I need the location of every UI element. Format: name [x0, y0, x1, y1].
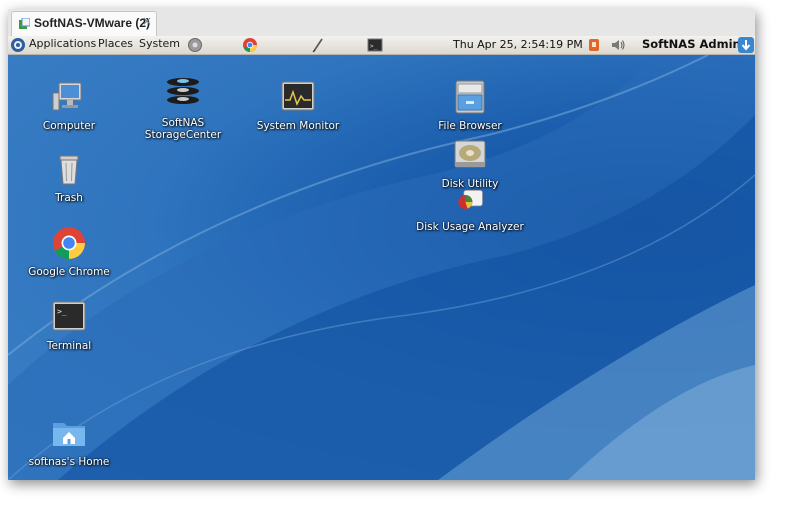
gear-icon[interactable]: [187, 37, 203, 53]
menu-places[interactable]: Places: [98, 37, 133, 50]
close-icon[interactable]: ×: [142, 14, 152, 28]
desktop-icon-label: Google Chrome: [28, 266, 110, 278]
desktop-icon-label: softnas's Home: [28, 456, 110, 468]
desktop-icon-system-monitor[interactable]: System Monitor: [248, 79, 348, 132]
menu-system[interactable]: System: [139, 37, 180, 50]
vm-icon: [19, 18, 30, 29]
distro-logo-icon[interactable]: [10, 37, 26, 53]
desktop-icon-label: SoftNAS: [161, 117, 205, 129]
disk-usage-analyzer-icon: [458, 189, 483, 209]
desktop-icon-terminal[interactable]: >_ Terminal: [19, 299, 119, 352]
volume-icon[interactable]: [610, 37, 626, 53]
chrome-launcher-icon[interactable]: [242, 37, 258, 53]
wallpaper: [8, 55, 755, 480]
chrome-icon: [53, 227, 85, 260]
menu-applications[interactable]: Applications: [29, 37, 96, 50]
desktop-icon-label: System Monitor: [256, 120, 340, 132]
update-icon[interactable]: [738, 37, 754, 53]
trash-icon: [59, 155, 79, 185]
desktop-icon-label: Trash: [55, 192, 83, 204]
desktop-icon-label: Computer: [42, 120, 96, 132]
svg-text:>_: >_: [57, 307, 67, 316]
terminal-icon: >_: [52, 301, 86, 331]
file-browser-icon: [455, 80, 485, 114]
clock[interactable]: Thu Apr 25, 2:54:19 PM: [453, 38, 583, 51]
desktop-icon-disk-usage-analyzer[interactable]: Disk Usage Analyzer: [416, 188, 524, 233]
softnas-icon: [167, 78, 199, 104]
desktop-icon-trash[interactable]: Trash: [19, 151, 119, 204]
svg-text:>_: >_: [370, 43, 378, 50]
desktop-icon-label: Disk Usage Analyzer: [416, 221, 524, 233]
system-monitor-icon: [281, 81, 315, 111]
desktop-icon-disk-utility[interactable]: Disk Utility: [420, 137, 520, 190]
terminal-launcher-icon[interactable]: >_: [367, 37, 383, 53]
text-editor-icon[interactable]: [310, 37, 326, 53]
tab-softnas-vmware[interactable]: SoftNAS-VMware (2) ×: [11, 11, 157, 36]
desktop-icon-softnas-storagecenter[interactable]: SoftNAS StorageCenter: [133, 76, 233, 141]
desktop-icon-home[interactable]: softnas's Home: [19, 415, 119, 468]
home-folder-icon: [53, 423, 85, 446]
top-panel: Applications Places System >_ Thu Apr 25…: [8, 36, 755, 55]
alert-icon[interactable]: [586, 37, 602, 53]
tab-title: SoftNAS-VMware (2): [34, 16, 151, 30]
remote-console-window: SoftNAS-VMware (2) × Applications Places…: [8, 9, 755, 480]
desktop-icon-google-chrome[interactable]: Google Chrome: [19, 225, 119, 278]
desktop-icon-label: File Browser: [438, 120, 502, 132]
computer-icon: [52, 82, 82, 111]
desktop-icon-label: Terminal: [46, 340, 92, 352]
tab-bar: SoftNAS-VMware (2) ×: [8, 9, 755, 37]
desktop-icon-computer[interactable]: Computer: [19, 79, 119, 132]
disk-utility-icon: [454, 140, 486, 168]
user-name[interactable]: SoftNAS Admin: [642, 37, 741, 51]
desktop-icon-file-browser[interactable]: File Browser: [420, 79, 520, 132]
desktop: Computer Trash Google Chrome >_ Terminal…: [8, 55, 755, 480]
desktop-icon-label-line2: StorageCenter: [144, 129, 222, 141]
